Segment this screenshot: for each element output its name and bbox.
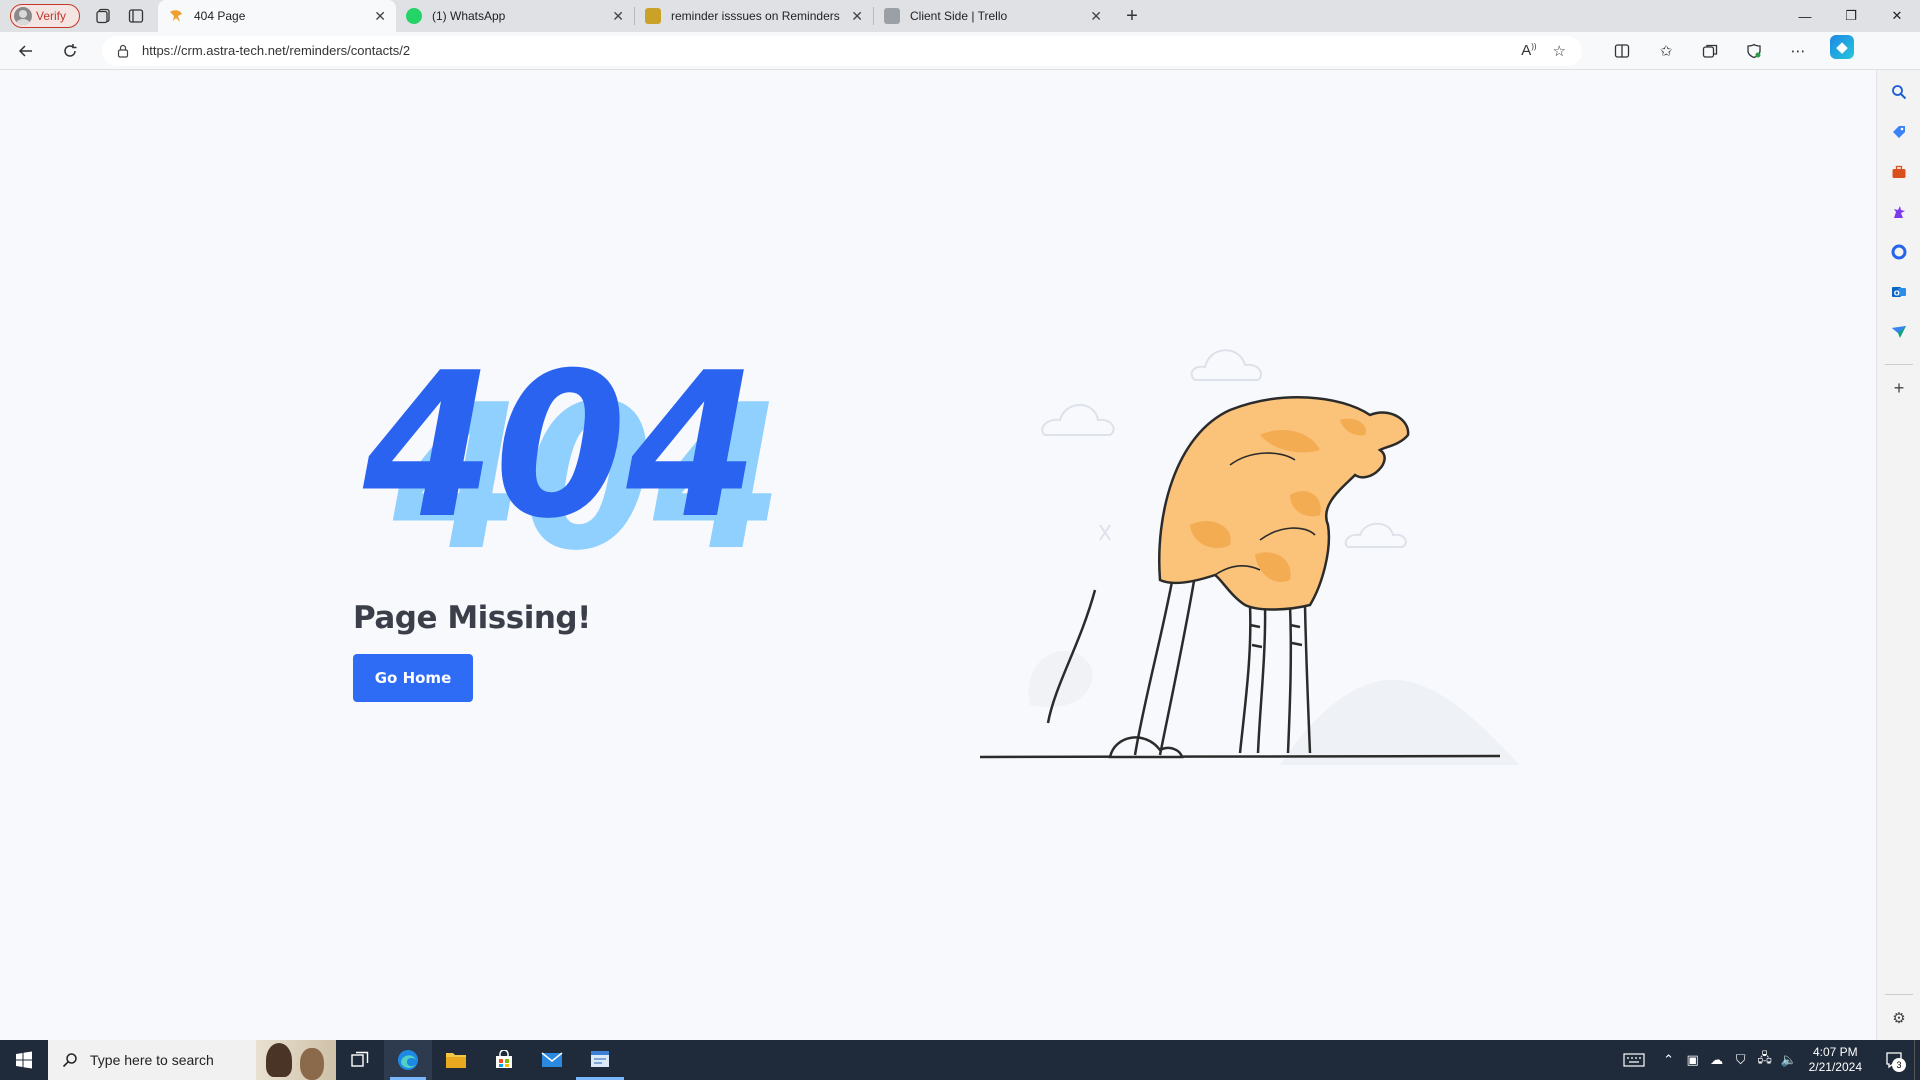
page-heading: Page Missing! xyxy=(353,600,591,636)
edge-sidebar: O + ⚙ xyxy=(1876,70,1920,1040)
tab-whatsapp[interactable]: (1) WhatsApp ✕ xyxy=(396,0,634,32)
profile-button[interactable]: Verify xyxy=(10,4,80,28)
browser-essentials-icon[interactable] xyxy=(1738,35,1770,67)
clock-date: 2/21/2024 xyxy=(1808,1060,1862,1074)
search-placeholder: Type here to search xyxy=(90,1052,214,1068)
sidebar-divider xyxy=(1885,364,1913,365)
ostrich-legs xyxy=(1238,604,1312,754)
taskbar-clock[interactable]: 4:07 PM 2/21/2024 xyxy=(1809,1045,1862,1075)
app-window-icon[interactable] xyxy=(576,1040,624,1080)
whatsapp-favicon-icon xyxy=(406,8,422,24)
background-hill xyxy=(1280,679,1520,765)
games-icon[interactable] xyxy=(1887,200,1911,224)
sidebar-settings-icon[interactable]: ⚙ xyxy=(1887,1006,1911,1030)
profile-label: Verify xyxy=(36,9,67,23)
ground-line xyxy=(979,754,1501,759)
back-button[interactable] xyxy=(8,35,44,67)
microsoft-365-icon[interactable] xyxy=(1887,240,1911,264)
add-sidebar-app-icon[interactable]: + xyxy=(1887,376,1911,400)
window-controls: — ❐ ✕ xyxy=(1782,0,1920,32)
url-text[interactable]: https://crm.astra-tech.net/reminders/con… xyxy=(142,43,1521,58)
meet-now-icon[interactable]: ▣ xyxy=(1681,1040,1705,1080)
read-aloud-icon[interactable]: A)) xyxy=(1521,42,1536,60)
microsoft-store-icon[interactable] xyxy=(480,1040,528,1080)
sand-mound xyxy=(1108,736,1184,759)
error-code-graphic: 404 404 xyxy=(362,330,783,565)
svg-text:O: O xyxy=(1894,289,1900,297)
clock-time: 4:07 PM xyxy=(1812,1045,1858,1059)
workspaces-icon[interactable] xyxy=(90,2,118,30)
mail-icon[interactable] xyxy=(528,1040,576,1080)
tab-trello-client-side[interactable]: Client Side | Trello ✕ xyxy=(874,0,1112,32)
tab-title: reminder isssues on Reminders | Trello xyxy=(671,9,843,23)
ostrich-illustration xyxy=(979,349,1520,765)
shopping-tag-icon[interactable] xyxy=(1887,120,1911,144)
edge-taskbar-icon[interactable] xyxy=(384,1040,432,1080)
search-icon xyxy=(62,1053,77,1068)
close-tab-icon[interactable]: ✕ xyxy=(1090,8,1102,25)
drop-icon[interactable] xyxy=(1887,320,1911,344)
tools-icon[interactable] xyxy=(1887,160,1911,184)
tab-favicon-icon xyxy=(168,8,184,24)
browser-title-bar: Verify 404 Page ✕ (1) WhatsApp ✕ reminde… xyxy=(0,0,1920,32)
copilot-icon[interactable]: ◆ xyxy=(1830,34,1854,59)
tab-title: (1) WhatsApp xyxy=(432,9,506,23)
search-highlight-image xyxy=(256,1040,336,1080)
task-view-icon[interactable] xyxy=(336,1040,384,1080)
tab-actions-icon[interactable] xyxy=(122,2,150,30)
lock-icon[interactable] xyxy=(116,44,130,58)
favorite-star-icon[interactable]: ☆ xyxy=(1553,42,1566,60)
page-content xyxy=(4,71,1876,1035)
show-hidden-icons-chevron-icon[interactable]: ⌃ xyxy=(1657,1040,1681,1080)
favorites-icon[interactable]: ✩ xyxy=(1650,35,1682,67)
file-explorer-icon[interactable] xyxy=(432,1040,480,1080)
tab-title: Client Side | Trello xyxy=(910,9,1008,23)
ostrich-neck-front xyxy=(1158,574,1197,756)
volume-icon[interactable]: 🔈 xyxy=(1777,1040,1801,1080)
taskbar-search[interactable]: Type here to search xyxy=(48,1040,336,1080)
new-tab-button[interactable]: + xyxy=(1118,2,1146,30)
close-tab-icon[interactable]: ✕ xyxy=(612,8,624,25)
go-home-button[interactable]: Go Home xyxy=(353,654,473,702)
refresh-button[interactable] xyxy=(52,35,88,67)
trello-favicon-icon xyxy=(884,8,900,24)
more-options-icon[interactable]: ⋯ xyxy=(1782,35,1814,67)
restore-icon[interactable]: ❐ xyxy=(1828,0,1874,32)
close-tab-icon[interactable]: ✕ xyxy=(851,8,863,25)
keyboard-layout-icon[interactable] xyxy=(1611,1040,1657,1080)
browser-toolbar: https://crm.astra-tech.net/reminders/con… xyxy=(0,32,1920,70)
address-bar[interactable]: https://crm.astra-tech.net/reminders/con… xyxy=(102,35,1582,66)
minimize-icon[interactable]: — xyxy=(1782,0,1828,32)
security-icon[interactable]: ⛉ xyxy=(1729,1040,1753,1080)
split-screen-icon[interactable] xyxy=(1606,35,1638,67)
onedrive-icon[interactable]: ☁ xyxy=(1705,1040,1729,1080)
trello-favicon-icon xyxy=(645,8,661,24)
tab-404-page[interactable]: 404 Page ✕ xyxy=(158,0,396,32)
windows-start-icon[interactable] xyxy=(0,1040,48,1080)
windows-taskbar: Type here to search ⌃ ▣ ☁ ⛉ 🖧 🔈 4:07 PM … xyxy=(0,1040,1920,1080)
collections-icon[interactable] xyxy=(1694,35,1726,67)
notification-center-icon[interactable]: 3 xyxy=(1874,1040,1914,1080)
notification-count-badge: 3 xyxy=(1892,1058,1906,1072)
close-window-icon[interactable]: ✕ xyxy=(1874,0,1920,32)
network-icon[interactable]: 🖧 xyxy=(1753,1040,1777,1080)
error-code-text: 404 xyxy=(362,330,758,563)
outlook-icon[interactable]: O xyxy=(1887,280,1911,304)
close-tab-icon[interactable]: ✕ xyxy=(374,8,386,25)
tab-title: 404 Page xyxy=(194,9,246,23)
search-icon[interactable] xyxy=(1887,80,1911,104)
system-tray: ⌃ ▣ ☁ ⛉ 🖧 🔈 4:07 PM 2/21/2024 3 xyxy=(1611,1040,1920,1080)
tab-trello-reminders[interactable]: reminder isssues on Reminders | Trello ✕ xyxy=(635,0,873,32)
profile-avatar-icon xyxy=(14,7,32,25)
show-desktop-strip[interactable] xyxy=(1914,1040,1920,1080)
sidebar-divider xyxy=(1885,994,1913,995)
ostrich-neck-back xyxy=(1133,564,1177,756)
